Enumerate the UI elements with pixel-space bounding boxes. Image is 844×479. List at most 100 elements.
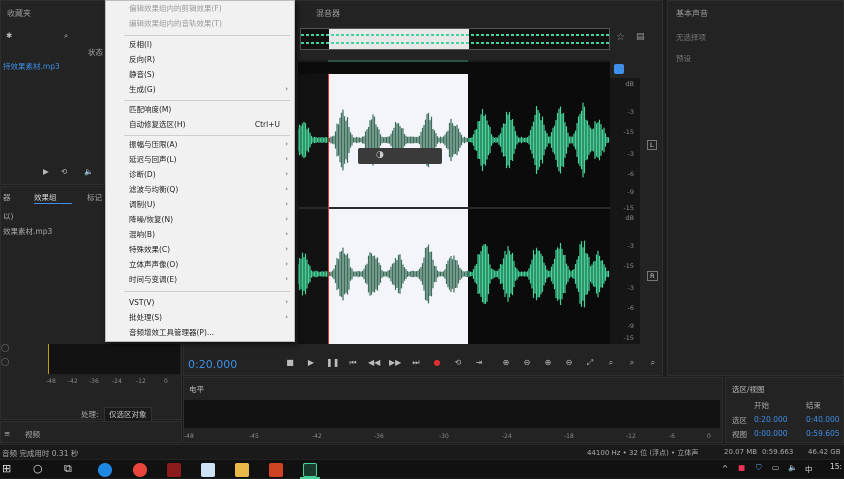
menu-item-stereo-imagery[interactable]: 立体声声像(O) › [106,257,294,272]
status-format: 44100 Hz • 32 位 (浮点) • 立体声 [587,449,699,457]
fast-forward-icon[interactable]: ▶▶ [389,357,401,369]
start-icon[interactable]: ⊞ [2,462,11,475]
menu-item-modulation[interactable]: 调制(U) › [106,197,294,212]
menu-item-time-pitch[interactable]: 时间与变调(E) › [106,272,294,287]
taskbar: ⊞ ○ ⧉ ^ ■ ⛉ ▭ 🔈 中 15: [0,459,844,479]
status-free: 46.42 GB [808,448,841,456]
view-end[interactable]: 0:59.605 [806,429,840,438]
menu-item-auto-heal[interactable]: 自动修复选区(H) Ctrl+U [106,117,294,132]
ime-indicator[interactable]: 中 [805,464,813,475]
network-icon[interactable]: ▭ [772,463,779,472]
preset-label[interactable]: 以) [3,211,13,222]
col-end: 结束 [806,401,821,410]
channel-right-toggle[interactable]: R [647,271,658,281]
skip-end-icon[interactable]: ⏭ [410,357,422,369]
search-icon[interactable]: ⌕ [64,31,68,41]
stop-icon[interactable]: ■ [284,357,296,369]
current-time[interactable]: 0:20.000 [188,358,237,371]
submenu-arrow-icon: › [285,85,288,93]
task-view-icon[interactable]: ⧉ [64,462,72,476]
menu-item-generate[interactable]: 生成(G) › [106,82,294,97]
favorite-file[interactable]: 持效果素材.mp3 [3,61,60,72]
status-message: 音频 完成用时 0.31 秒 [2,449,79,458]
menu-item-match-loudness[interactable]: 匹配响度(M) [106,102,294,117]
column-status: 状态 [88,48,103,57]
shield-icon[interactable]: ⛉ [756,463,762,473]
zoom-full-icon[interactable]: ⤢ [584,357,596,369]
acrobat-icon[interactable] [167,463,181,477]
zoom-in-time-icon[interactable]: ⊕ [542,357,554,369]
selection-view-title: 选区/视图 [732,385,765,394]
play-icon[interactable]: ▶ [305,357,317,369]
menu-item-edit-track-effects: 编辑效果组内的音轨效果(T) [129,19,222,28]
essential-sound-title: 基本声音 [676,9,708,18]
zoom-in-amplitude-icon[interactable]: ⊕ [500,357,512,369]
folder-icon[interactable] [235,463,249,477]
tab-left[interactable]: 器 [3,192,11,203]
menu-item-amplitude[interactable]: 振幅与压限(A) › [106,137,294,152]
waveform-display[interactable]: ◑ [298,62,610,344]
zoom-selection-icon[interactable]: ⌕ [605,357,617,369]
speaker-icon[interactable]: 🔈 [788,463,797,472]
db-scale-top: dB -3 -15 -3 -6 -9 -15 [610,78,640,212]
menu-item-reverse[interactable]: 反向(R) [106,52,294,67]
menu-item-delay-echo[interactable]: 延迟与回声(L) › [106,152,294,167]
channel-left-toggle[interactable]: L [647,140,657,150]
menu-item-plugin-manager[interactable]: 音频增效工具管理器(P)... [106,325,294,340]
selection-start[interactable]: 0:20.000 [754,415,788,424]
chevron-up-icon[interactable]: ^ [722,464,728,473]
menu-item-invert[interactable]: 反相(I) [106,37,294,52]
pin-icon[interactable] [614,64,624,74]
zoom-panel-icon[interactable]: ▤ [636,32,645,42]
menu-item-filter-eq[interactable]: 滤波与均衡(Q) › [106,182,294,197]
zoom-out-amplitude-icon[interactable]: ⊖ [521,357,533,369]
search-icon[interactable]: ○ [33,462,43,475]
play-icon[interactable]: ▶ [43,167,49,176]
menu-item-noise-reduction[interactable]: 降噪/恢复(N) › [106,212,294,227]
menu-item-vst[interactable]: VST(V) › [106,295,294,310]
hud-volume[interactable]: ◑ [358,148,442,164]
menu-item-edit-clip-effects: 偏辑效果组内的剪辑效果(F) [129,4,222,13]
submenu-arrow-icon: › [285,215,288,223]
rewind-icon[interactable]: ◀◀ [368,357,380,369]
menu-item-batch[interactable]: 批处理(S) › [106,310,294,325]
knob-icon[interactable]: ◯ [1,343,9,352]
menu-item-special[interactable]: 特殊效果(C) › [106,242,294,257]
tab-markers[interactable]: 标记 [87,192,102,203]
clock[interactable]: 15: [830,462,842,471]
volume-knob-icon[interactable]: ◑ [376,150,384,160]
tray-icon[interactable]: ■ [738,463,745,472]
chrome-icon[interactable] [133,463,147,477]
status-bar: 音频 完成用时 0.31 秒 44100 Hz • 32 位 (浮点) • 立体… [0,444,844,459]
tab-mixer[interactable]: 混音器 [316,8,340,19]
pause-icon[interactable]: ❚❚ [326,357,339,369]
zoom-in-icon[interactable]: ⌕ [626,357,638,369]
selection-end[interactable]: 0:40.000 [806,415,840,424]
volume-icon[interactable]: 🔈 [84,167,93,176]
menu-item-diagnostics[interactable]: 诊断(D) › [106,167,294,182]
view-start[interactable]: 0:00.000 [754,429,788,438]
app-icon[interactable] [201,463,215,477]
star-icon[interactable]: ✱ [6,31,12,40]
loop-icon[interactable]: ⟲ [61,167,67,176]
zoom-out-time-icon[interactable]: ⊖ [563,357,575,369]
menu-item-reverb[interactable]: 混响(B) › [106,227,294,242]
audition-icon[interactable] [303,463,317,477]
process-select[interactable]: 仅选区对象 [104,407,152,422]
menu-item-silence[interactable]: 静音(S) [106,67,294,82]
menu-icon[interactable]: ≡ [4,429,10,438]
selection-view-panel: 选区/视图 开始 结束 选区 0:20.000 0:40.000 视图 0:00… [725,377,844,443]
star-icon[interactable]: ☆ [616,32,625,43]
powerpoint-icon[interactable] [269,463,283,477]
zoom-out-icon[interactable]: ⌕ [647,357,659,369]
knob-icon[interactable]: ◯ [1,357,9,366]
submenu-arrow-icon: › [285,298,288,306]
record-icon[interactable]: ● [431,357,443,369]
tab-video[interactable]: 视频 [25,429,40,440]
tab-effects-rack[interactable]: 效果组 [34,192,57,203]
overview-waveform[interactable] [300,28,610,50]
skip-start-icon[interactable]: ⏮ [347,357,359,369]
skip-selection-icon[interactable]: ⇥ [473,357,485,369]
edge-icon[interactable] [98,463,112,477]
loop-icon[interactable]: ⟲ [452,357,464,369]
